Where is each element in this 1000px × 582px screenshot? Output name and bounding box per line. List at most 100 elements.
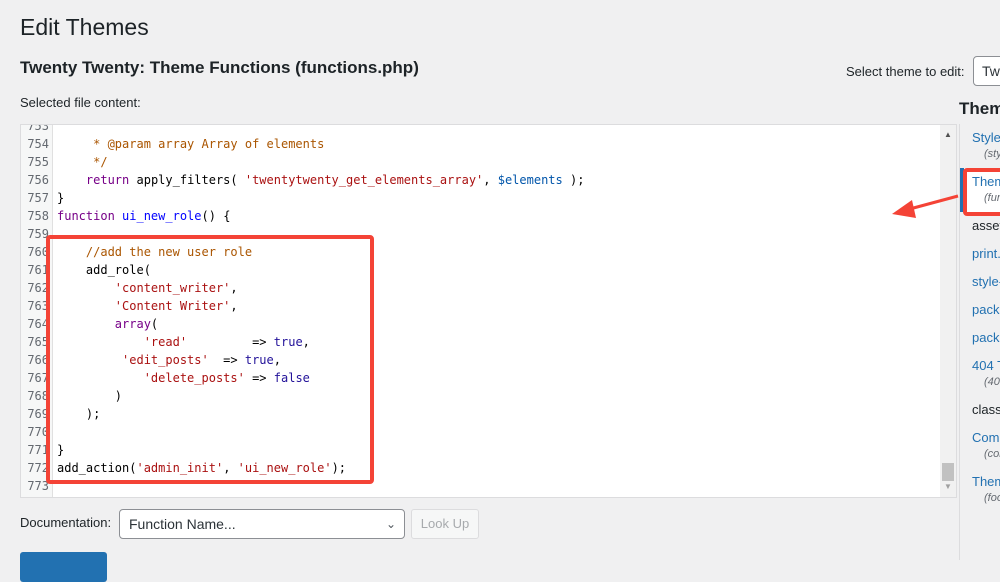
file-list-item[interactable]: package-lock.json (960, 296, 1000, 324)
code-token: function (57, 209, 115, 223)
code-line[interactable]: 772 add_action('admin_init', 'ui_new_role… (21, 459, 940, 477)
code-line[interactable]: 759 (21, 225, 940, 243)
function-name-select[interactable]: Function Name... ⌄ (119, 509, 405, 539)
file-name[interactable]: print.css (972, 246, 1000, 262)
code-line[interactable]: 765 'read' => true, (21, 333, 940, 351)
file-path: (footer.php) (984, 492, 1000, 504)
file-name[interactable]: Theme Functions (972, 174, 1000, 190)
scroll-up-arrow-icon[interactable]: ▲ (940, 127, 956, 143)
file-name[interactable]: Comments (972, 430, 1000, 446)
file-name[interactable]: Stylesheet (972, 130, 1000, 146)
file-name[interactable]: package.json (972, 330, 1000, 346)
code-token: add_action( (57, 461, 137, 475)
line-number: 773 (27, 479, 49, 493)
code-token: () { (201, 209, 231, 223)
code-token: , (273, 353, 281, 367)
code-token: array (114, 317, 151, 331)
code-line[interactable]: 767 'delete_posts' => false (21, 369, 940, 387)
code-text: //add the new user role (57, 243, 252, 261)
theme-select[interactable]: Twenty Twenty (973, 56, 1000, 86)
line-number: 755 (27, 155, 49, 169)
code-token: 'content_writer' (114, 281, 231, 295)
file-list-item[interactable]: 404 Template (404.php) (960, 352, 1000, 396)
code-token: , (230, 299, 238, 313)
file-title: Twenty Twenty: Theme Functions (function… (20, 58, 419, 77)
code-text: add_role( (57, 261, 151, 279)
file-name[interactable]: style-rtl.css (972, 274, 1000, 290)
code-line[interactable]: 761 add_role( (21, 261, 940, 279)
page-title: Edit Themes (20, 14, 149, 40)
code-editor[interactable]: 753 754 * @param array Array of elements 7… (20, 124, 957, 498)
code-text: */ (57, 153, 107, 171)
line-number: 769 (27, 407, 49, 421)
file-list-item[interactable]: package.json (960, 324, 1000, 352)
code-line[interactable]: 756 return apply_filters( 'twentytwenty_… (21, 171, 940, 189)
file-list-item[interactable]: Comments (comments.php) (960, 424, 1000, 468)
line-number: 760 (27, 245, 49, 259)
code-token: 'delete_posts' (143, 371, 245, 385)
code-token: } (57, 191, 65, 205)
code-text: } (57, 441, 64, 459)
update-file-button[interactable] (20, 552, 107, 582)
code-text: * @param array Array of elements (57, 135, 324, 153)
file-list-item[interactable]: Stylesheet (style.css) (960, 124, 1000, 168)
file-list-item[interactable]: Theme Functions (functions.php) (960, 168, 1000, 212)
code-token: true (273, 335, 303, 349)
code-line[interactable]: 762 'content_writer', (21, 279, 940, 297)
line-number: 767 (27, 371, 49, 385)
code-text: return apply_filters( 'twentytwenty_get_… (57, 171, 585, 189)
code-token: , (302, 335, 310, 349)
code-token: //add the new user role (85, 245, 253, 259)
code-line[interactable]: 754 * @param array Array of elements (21, 135, 940, 153)
file-list-item[interactable]: assets (960, 212, 1000, 240)
code-token: ); (57, 407, 101, 421)
line-number: 759 (27, 227, 49, 241)
code-line[interactable]: 753 (21, 125, 940, 135)
file-path: (404.php) (984, 376, 1000, 388)
code-line[interactable]: 763 'Content Writer', (21, 297, 940, 315)
code-line[interactable]: 766 'edit_posts' => true, (21, 351, 940, 369)
file-name[interactable]: Theme Footer (972, 474, 1000, 490)
selected-file-label: Selected file content: (20, 95, 141, 110)
code-line[interactable]: 769 ); (21, 405, 940, 423)
code-token: , (223, 461, 238, 475)
look-up-button[interactable]: Look Up (411, 509, 479, 539)
file-list-item[interactable]: classes (960, 396, 1000, 424)
code-line[interactable]: 768 ) (21, 387, 940, 405)
file-path: (style.css) (984, 148, 1000, 160)
file-name[interactable]: package-lock.json (972, 302, 1000, 318)
editor-scrollbar[interactable]: ▲ ▼ (940, 125, 956, 497)
code-token: 'edit_posts' (122, 353, 209, 367)
file-list-item[interactable]: Theme Footer (footer.php) (960, 468, 1000, 512)
code-line[interactable]: 758 function ui_new_role() { (21, 207, 940, 225)
code-text: 'Content Writer', (57, 297, 238, 315)
code-lines[interactable]: 753 754 * @param array Array of elements 7… (21, 125, 940, 495)
code-text: 'read' => true, (57, 333, 310, 351)
line-number: 765 (27, 335, 49, 349)
code-token: ( (150, 317, 159, 331)
code-token: => (244, 371, 274, 385)
code-line[interactable]: 760 //add the new user role (21, 243, 940, 261)
code-line[interactable]: 770 (21, 423, 940, 441)
file-list-item[interactable]: style-rtl.css (960, 268, 1000, 296)
file-list-item[interactable]: print.css (960, 240, 1000, 268)
scroll-down-arrow-icon[interactable]: ▼ (940, 479, 956, 495)
code-line[interactable]: 773 (21, 477, 940, 495)
code-line[interactable]: 755 */ (21, 153, 940, 171)
file-name[interactable]: 404 Template (972, 358, 1000, 374)
file-path: (functions.php) (984, 192, 1000, 204)
line-number: 768 (27, 389, 49, 403)
code-line[interactable]: 764 array( (21, 315, 940, 333)
code-token: , (230, 281, 238, 295)
code-line[interactable]: 757} (21, 189, 940, 207)
function-name-select-value: Function Name... (129, 516, 236, 532)
code-line[interactable]: 771} (21, 441, 940, 459)
line-number: 770 (27, 425, 49, 439)
file-name[interactable]: assets (972, 218, 1000, 234)
code-token: ); (331, 461, 347, 475)
file-name[interactable]: classes (972, 402, 1000, 418)
code-text: 'content_writer', (57, 279, 238, 297)
